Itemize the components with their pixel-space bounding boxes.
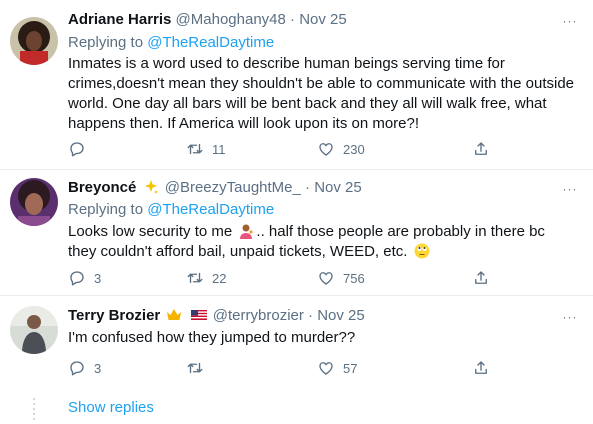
share-button[interactable] xyxy=(472,139,498,159)
separator-dot: · xyxy=(290,11,296,28)
tweet-text: Inmates is a word used to describe human… xyxy=(68,55,575,132)
display-name[interactable]: Adriane Harris xyxy=(68,11,171,28)
more-icon[interactable]: ··· xyxy=(559,11,581,31)
tweet-header: Terry Brozier @terrybrozier · Nov 25 xyxy=(68,306,365,326)
user-handle[interactable]: @terrybrozier xyxy=(213,307,304,324)
display-name[interactable]: Terry Brozier xyxy=(68,307,160,324)
like-count: 230 xyxy=(343,141,365,157)
retweet-count: 11 xyxy=(212,141,226,157)
reply-button[interactable]: 3 xyxy=(68,358,101,378)
retweet-icon xyxy=(187,272,203,284)
retweet-icon xyxy=(187,143,203,155)
retweet-button[interactable]: 22 xyxy=(186,268,226,288)
share-icon xyxy=(475,271,487,284)
like-icon xyxy=(319,143,333,156)
show-replies-link[interactable]: Show replies xyxy=(68,398,154,418)
tweet-actions: 11 230 xyxy=(68,139,498,159)
us-flag-icon xyxy=(190,310,207,320)
like-button[interactable]: 756 xyxy=(317,268,365,288)
sparkles-icon xyxy=(144,180,158,194)
tweet-date[interactable]: Nov 25 xyxy=(317,307,365,324)
share-icon xyxy=(475,361,487,374)
share-button[interactable] xyxy=(472,358,498,378)
retweet-button[interactable]: 11 xyxy=(186,139,226,159)
more-icon[interactable]: ··· xyxy=(559,179,581,199)
tweet-actions: 3 22 756 xyxy=(68,268,498,288)
like-count: 756 xyxy=(343,270,365,286)
like-icon xyxy=(319,272,333,285)
crown-icon xyxy=(167,309,182,320)
tweet-breyonce[interactable]: Breyoncé @BreezyTaughtMe_ · Nov 25 ··· R… xyxy=(0,170,593,296)
retweet-button[interactable] xyxy=(186,358,212,378)
tweet-header: Breyoncé @BreezyTaughtMe_ · Nov 25 xyxy=(68,178,362,198)
separator-dot: · xyxy=(308,307,314,324)
reply-count: 3 xyxy=(94,360,102,376)
replying-to: Replying to @TheRealDaytime xyxy=(68,33,274,53)
tweet-header: Adriane Harris @Mahoghany48 · Nov 25 xyxy=(68,10,347,30)
reply-count: 3 xyxy=(94,270,102,286)
user-handle[interactable]: @BreezyTaughtMe_ xyxy=(165,179,301,196)
retweet-count: 22 xyxy=(212,270,227,286)
like-count: 57 xyxy=(343,360,358,376)
share-button[interactable] xyxy=(472,268,498,288)
tweet-date[interactable]: Nov 25 xyxy=(314,179,362,196)
avatar[interactable] xyxy=(10,17,58,65)
tweet-text: Looks low security to me .. half those p… xyxy=(68,222,573,262)
separator-dot: · xyxy=(305,179,311,196)
like-icon xyxy=(319,362,333,375)
rolling-eyes-icon xyxy=(414,243,430,259)
tweet-adriane-harris[interactable]: Adriane Harris @Mahoghany48 · Nov 25 ···… xyxy=(0,0,593,170)
retweet-icon xyxy=(187,362,203,374)
reply-icon xyxy=(70,361,84,376)
person-tipping-hand-icon xyxy=(240,224,254,239)
reply-icon xyxy=(70,271,84,286)
tweet-text-part1: Looks low security to me xyxy=(68,223,233,240)
reply-icon xyxy=(70,142,84,157)
thread-dotted-line xyxy=(33,398,35,420)
replying-to-prefix: Replying to xyxy=(68,201,148,218)
tweet-actions: 3 57 xyxy=(68,358,498,378)
replying-to-mention[interactable]: @TheRealDaytime xyxy=(147,34,274,51)
reply-button[interactable] xyxy=(68,139,94,159)
reply-button[interactable]: 3 xyxy=(68,268,101,288)
user-handle[interactable]: @Mahoghany48 xyxy=(176,11,286,28)
avatar[interactable] xyxy=(10,306,58,354)
replying-to-prefix: Replying to xyxy=(68,34,148,51)
tweet-date[interactable]: Nov 25 xyxy=(299,11,347,28)
more-icon[interactable]: ··· xyxy=(559,307,581,327)
replying-to-mention[interactable]: @TheRealDaytime xyxy=(147,201,274,218)
share-icon xyxy=(475,142,487,155)
replying-to: Replying to @TheRealDaytime xyxy=(68,200,274,220)
like-button[interactable]: 230 xyxy=(317,139,365,159)
tweet-text: I'm confused how they jumped to murder?? xyxy=(68,329,356,346)
display-name[interactable]: Breyoncé xyxy=(68,179,136,196)
like-button[interactable]: 57 xyxy=(317,358,357,378)
avatar[interactable] xyxy=(10,178,58,226)
